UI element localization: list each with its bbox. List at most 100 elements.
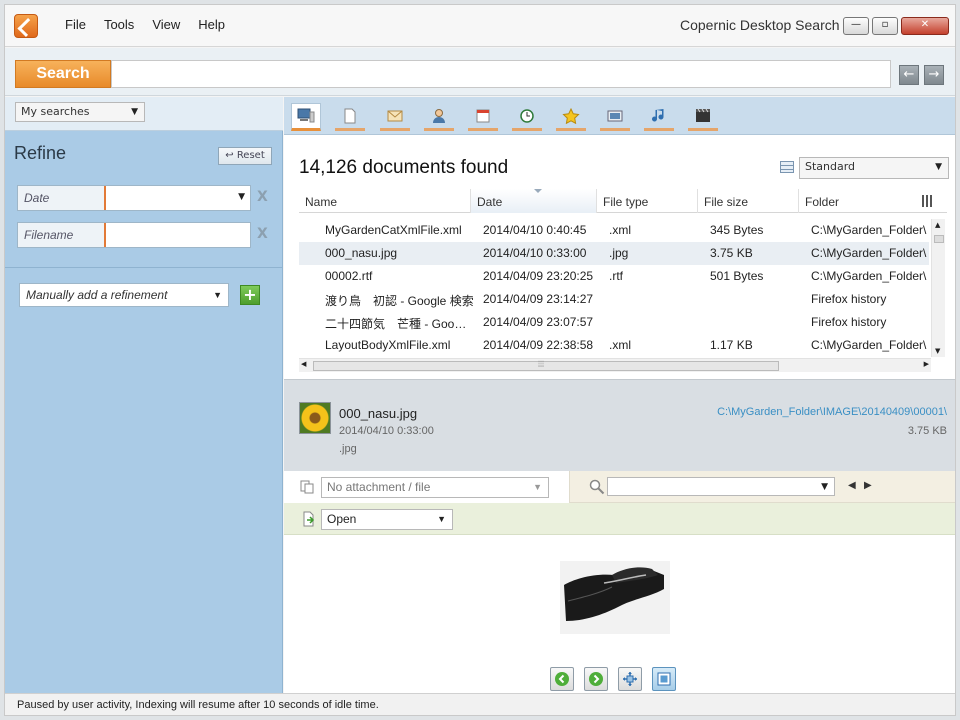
favorites-icon[interactable] bbox=[556, 103, 586, 131]
app-window: File Tools View Help Copernic Desktop Se… bbox=[4, 4, 956, 716]
attachment-select[interactable]: No attachment / file ▼ bbox=[321, 477, 549, 498]
videos-icon[interactable] bbox=[688, 103, 718, 131]
chevron-down-icon: ▼ bbox=[935, 162, 942, 172]
row-folder: C:\MyGarden_Folder\ bbox=[811, 269, 927, 283]
next-image-button[interactable] bbox=[584, 667, 608, 691]
search-icon bbox=[589, 479, 605, 495]
hscroll-grip-icon: ⦙⦙⦙ bbox=[538, 360, 545, 370]
search-button[interactable]: Search bbox=[15, 60, 111, 88]
calendar-icon[interactable] bbox=[468, 103, 498, 131]
restore-icon: ▫ bbox=[881, 19, 889, 30]
clear-date-icon[interactable]: X bbox=[257, 189, 268, 205]
contacts-icon[interactable] bbox=[424, 103, 454, 131]
row-name: 000_nasu.jpg bbox=[325, 246, 398, 260]
row-folder: C:\MyGarden_Folder\ bbox=[811, 246, 927, 260]
divider bbox=[5, 267, 283, 268]
scroll-down-icon[interactable]: ▼ bbox=[935, 347, 940, 355]
menu-tools[interactable]: Tools bbox=[95, 17, 143, 32]
column-file-type[interactable]: File type bbox=[597, 189, 698, 213]
row-date: 2014/04/09 23:07:57 bbox=[483, 315, 594, 329]
menu-file[interactable]: File bbox=[56, 17, 95, 32]
find-in-preview-input[interactable]: ▼ bbox=[607, 477, 835, 496]
table-row[interactable]: 渡り鳥 初認 - Google 検索 2014/04/09 23:14:27 Fir… bbox=[299, 288, 929, 311]
row-folder: Firefox history bbox=[811, 315, 887, 329]
row-name: 二十四節気 芒種 - Goo… bbox=[325, 317, 467, 331]
row-name: 渡り鳥 初認 - Google 検索 bbox=[325, 294, 473, 308]
row-file-type: .rtf bbox=[609, 269, 623, 283]
search-bar: Search ← → bbox=[5, 48, 955, 96]
scroll-right-icon[interactable]: ▶ bbox=[924, 360, 929, 368]
forward-arrow-icon[interactable]: → bbox=[924, 65, 944, 85]
all-icon[interactable] bbox=[291, 103, 321, 131]
manual-refinement-dropdown[interactable]: Manually add a refinement ▼ bbox=[19, 283, 229, 307]
table-row[interactable]: MyGardenCatXmlFile.xml 2014/04/10 0:40:45… bbox=[299, 219, 929, 242]
preview-image bbox=[560, 561, 670, 634]
clear-filename-icon[interactable]: X bbox=[257, 226, 268, 242]
menu-view[interactable]: View bbox=[143, 17, 189, 32]
documents-icon[interactable] bbox=[335, 103, 365, 131]
scroll-left-icon[interactable]: ◀ bbox=[301, 360, 306, 368]
chevron-down-icon: ▼ bbox=[213, 290, 222, 300]
date-refinement-field[interactable]: Date ▼ bbox=[17, 185, 251, 211]
column-chooser-icon[interactable] bbox=[922, 195, 934, 207]
horizontal-scrollbar[interactable]: ◀ ⦙⦙⦙ ▶ bbox=[299, 358, 931, 372]
actual-size-button[interactable] bbox=[618, 667, 642, 691]
chevron-down-icon: ▼ bbox=[437, 514, 446, 524]
row-date: 2014/04/10 0:40:45 bbox=[483, 223, 587, 237]
minimize-button[interactable]: — bbox=[843, 17, 869, 35]
filename-field-label: Filename bbox=[18, 223, 106, 247]
date-field-label: Date bbox=[18, 186, 106, 210]
back-arrow-icon[interactable]: ← bbox=[899, 65, 919, 85]
app-title: Copernic Desktop Search bbox=[680, 17, 840, 33]
previous-match-icon[interactable]: ◀ bbox=[848, 480, 856, 491]
open-file-icon bbox=[303, 511, 315, 527]
chevron-down-icon: ▼ bbox=[131, 107, 138, 117]
close-icon: ✕ bbox=[920, 19, 930, 30]
reset-button[interactable]: ↩ Reset bbox=[218, 147, 272, 165]
open-toolbar: Open ▼ bbox=[284, 503, 955, 535]
vertical-scrollbar[interactable]: ▲ ▼ bbox=[931, 219, 945, 357]
close-button[interactable]: ✕ bbox=[901, 17, 949, 35]
hscroll-thumb[interactable]: ⦙⦙⦙ bbox=[313, 360, 779, 371]
pictures-icon[interactable] bbox=[600, 103, 630, 131]
attachment-icon bbox=[300, 480, 314, 494]
column-name[interactable]: Name bbox=[299, 189, 471, 213]
table-row[interactable]: LayoutBodyXmlFile.xml 2014/04/09 22:38:58… bbox=[299, 334, 929, 357]
my-searches-dropdown[interactable]: My searches ▼ bbox=[15, 102, 145, 122]
search-input[interactable] bbox=[111, 60, 891, 88]
row-date: 2014/04/09 23:20:25 bbox=[483, 269, 594, 283]
menu-bar: File Tools View Help bbox=[56, 17, 234, 32]
emails-icon[interactable] bbox=[380, 103, 410, 131]
scroll-thumb[interactable] bbox=[934, 235, 944, 243]
image-preview-area bbox=[284, 535, 955, 693]
attachment-section: No attachment / file ▼ bbox=[284, 471, 570, 503]
table-row[interactable]: 000_nasu.jpg 2014/04/10 0:33:00 .jpg 3.75 K… bbox=[299, 242, 929, 265]
preview-path-link[interactable]: C:\MyGarden_Folder\IMAGE\20140409\00001\ bbox=[717, 406, 947, 418]
chevron-down-icon[interactable]: ▼ bbox=[238, 192, 245, 202]
filename-refinement-field[interactable]: Filename bbox=[17, 222, 251, 248]
restore-button[interactable]: ▫ bbox=[872, 17, 898, 35]
chevron-down-icon: ▼ bbox=[533, 482, 542, 492]
row-file-type: .jpg bbox=[609, 246, 629, 260]
column-date[interactable]: Date bbox=[471, 189, 597, 213]
column-file-size[interactable]: File size bbox=[698, 189, 799, 213]
fit-to-window-button[interactable] bbox=[652, 667, 676, 691]
next-match-icon[interactable]: ▶ bbox=[864, 480, 872, 491]
sunflower-thumbnail bbox=[299, 402, 331, 434]
table-row[interactable]: 二十四節気 芒種 - Goo… 2014/04/09 23:07:57 Firefo… bbox=[299, 311, 929, 334]
view-mode-value: Standard bbox=[805, 160, 856, 173]
results-list: MyGardenCatXmlFile.xml 2014/04/10 0:40:45… bbox=[299, 219, 929, 357]
copernic-logo-icon[interactable] bbox=[14, 14, 38, 38]
table-row[interactable]: 00002.rtf 2014/04/09 23:20:25 .rtf 501 Byte… bbox=[299, 265, 929, 288]
scroll-up-icon[interactable]: ▲ bbox=[935, 221, 940, 229]
open-with-select[interactable]: Open ▼ bbox=[321, 509, 453, 530]
view-mode-select[interactable]: Standard ▼ bbox=[799, 157, 949, 179]
music-icon[interactable] bbox=[644, 103, 674, 131]
history-icon[interactable] bbox=[512, 103, 542, 131]
row-name: 00002.rtf bbox=[325, 269, 373, 283]
menu-help[interactable]: Help bbox=[189, 17, 234, 32]
row-date: 2014/04/09 22:38:58 bbox=[483, 338, 594, 352]
add-refinement-button[interactable]: + bbox=[240, 285, 260, 305]
column-folder[interactable]: Folder bbox=[799, 189, 919, 213]
previous-image-button[interactable] bbox=[550, 667, 574, 691]
